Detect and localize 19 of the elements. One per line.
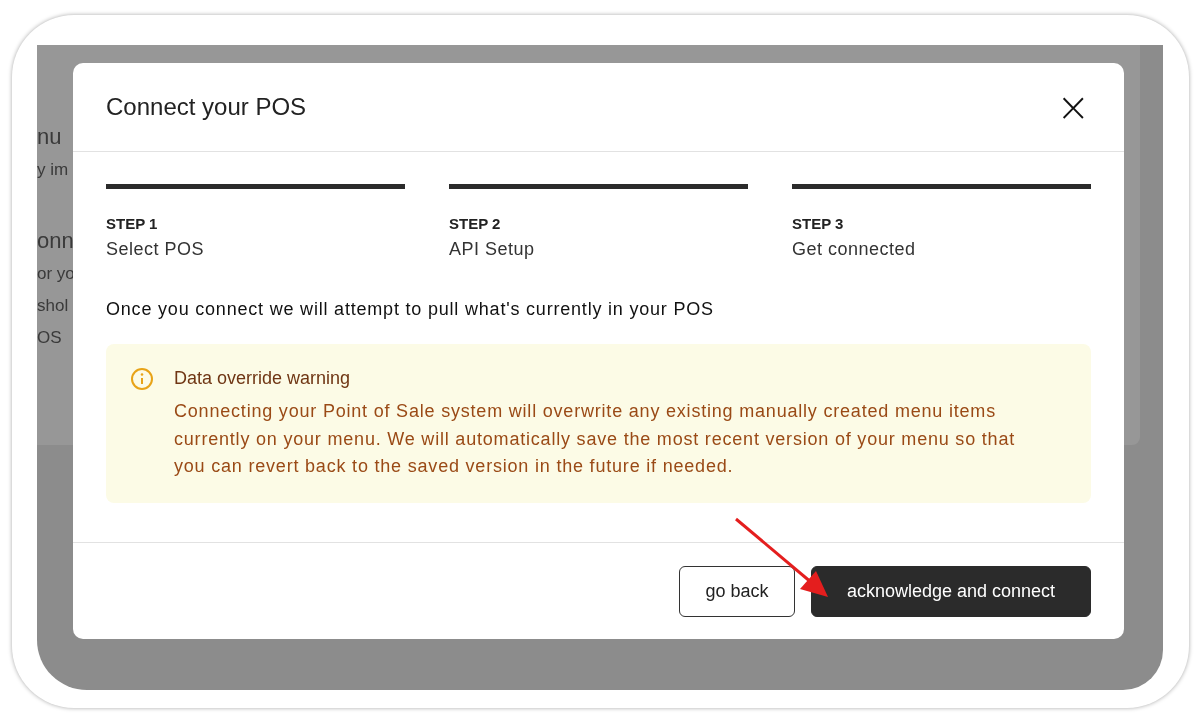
step-label: API Setup xyxy=(449,238,536,261)
warning-text: Connecting your Point of Sale system will overwrite any existing manually created menu items currently on your menu. We will automatically save the most recent version of your menu so that you can revert back to the saved version in the future if needed. xyxy=(174,400,1016,478)
background-text: OS xyxy=(37,327,62,349)
step-number: STEP 1 xyxy=(106,214,159,234)
step-number: STEP 2 xyxy=(449,214,502,234)
close-button[interactable]: × xyxy=(1052,87,1094,127)
step-number: STEP 3 xyxy=(792,214,845,234)
back-button[interactable]: go back xyxy=(679,565,795,617)
step-label: Get connected xyxy=(792,238,917,261)
step-label: Select POS xyxy=(106,238,206,261)
info-icon xyxy=(130,367,154,391)
modal-title: Connect your POS xyxy=(106,93,307,121)
warning-title: Data override warning xyxy=(174,367,352,390)
background-text: y im xyxy=(37,159,69,181)
background-heading: onn xyxy=(37,227,74,255)
background-text: shol xyxy=(37,295,69,317)
intro-text: Once you connect we will attempt to pull what's currently in your POS xyxy=(106,299,715,320)
connect-button[interactable]: acknowledge and connect xyxy=(811,565,1091,617)
background-heading: nu xyxy=(37,123,62,151)
